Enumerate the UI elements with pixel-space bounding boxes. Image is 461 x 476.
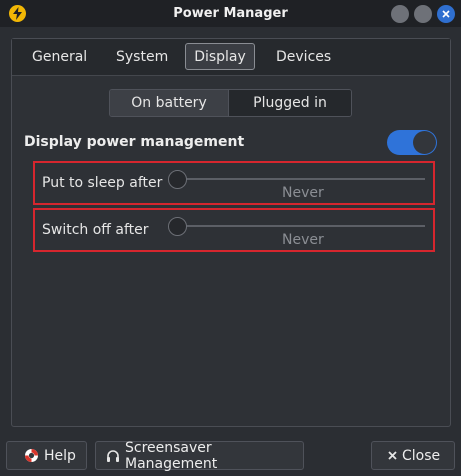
on-battery-option[interactable]: On battery: [110, 90, 230, 116]
switch-off-after-label: Switch off after: [42, 222, 149, 238]
sleep-after-label: Put to sleep after: [42, 175, 163, 191]
sleep-after-track[interactable]: [179, 178, 425, 180]
window-title: Power Manager: [173, 6, 288, 21]
lifebuoy-icon: [24, 448, 39, 463]
switch-off-after-row: Switch off after Never: [33, 208, 435, 252]
lightning-icon: [9, 5, 26, 22]
window-close-button[interactable]: [437, 5, 455, 23]
switch-off-after-track[interactable]: [179, 225, 425, 227]
close-button-label: Close: [402, 447, 441, 464]
sleep-after-row: Put to sleep after Never: [33, 161, 435, 205]
help-button-label: Help: [44, 447, 76, 464]
switch-off-after-slider-handle[interactable]: [168, 217, 187, 236]
switch-off-after-value: Never: [282, 232, 324, 248]
switch-knob: [413, 131, 436, 154]
x-icon: [388, 451, 397, 460]
display-power-management-switch[interactable]: [387, 130, 437, 155]
tab-general[interactable]: General: [24, 43, 95, 70]
headphones-icon: [106, 449, 120, 463]
screensaver-management-button[interactable]: Screensaver Management: [95, 439, 304, 472]
tab-devices[interactable]: Devices: [268, 43, 339, 70]
sleep-after-slider-handle[interactable]: [168, 170, 187, 189]
power-source-toggle: On battery Plugged in: [109, 89, 352, 117]
tab-system[interactable]: System: [108, 43, 176, 70]
minimize-button[interactable]: [391, 5, 409, 23]
title-bar: Power Manager: [0, 0, 461, 27]
maximize-button[interactable]: [414, 5, 432, 23]
display-power-management-label: Display power management: [24, 134, 245, 150]
sleep-after-value: Never: [282, 185, 324, 201]
tab-display[interactable]: Display: [185, 43, 255, 70]
plugged-in-option[interactable]: Plugged in: [229, 90, 351, 116]
close-button[interactable]: Close: [371, 441, 455, 470]
help-button[interactable]: Help: [6, 441, 87, 470]
tab-bar: General System Display Devices: [12, 39, 450, 76]
screensaver-button-label: Screensaver Management: [125, 439, 218, 472]
close-icon: [442, 10, 450, 18]
